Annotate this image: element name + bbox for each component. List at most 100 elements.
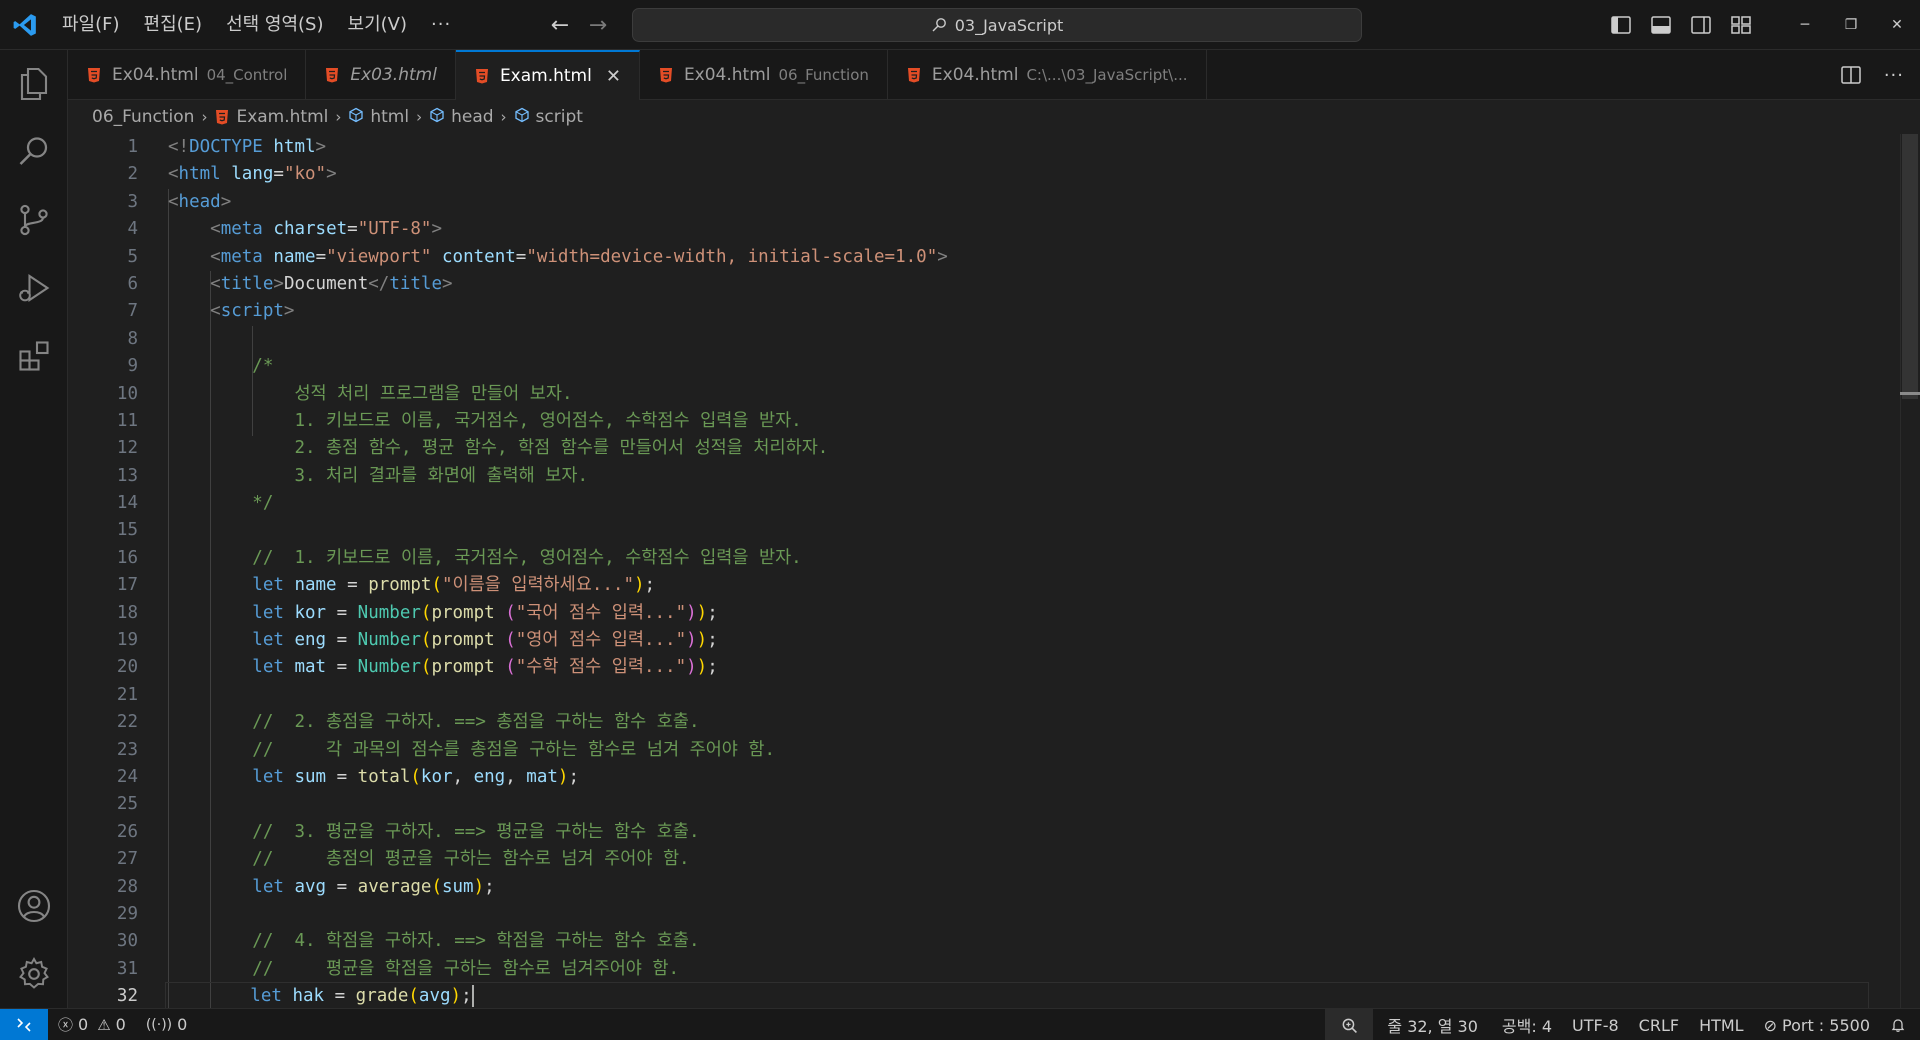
code-line[interactable]: */ — [168, 490, 1868, 517]
problems-indicator[interactable]: ⓧ 0 ⚠ 0 — [48, 1009, 136, 1040]
line-number[interactable]: 28 — [68, 874, 138, 901]
command-center-search[interactable]: 03_JavaScript — [632, 8, 1362, 42]
vertical-scrollbar[interactable] — [1900, 134, 1920, 1008]
breadcrumb-item[interactable]: 06_Function — [92, 107, 194, 127]
line-number[interactable]: 13 — [68, 463, 138, 490]
code-line[interactable]: 1. 키보드로 이름, 국거점수, 영어점수, 수학점수 입력을 받자. — [168, 408, 1868, 435]
editor-tab[interactable]: Ex04.html 06_Function — [640, 50, 888, 100]
toggle-primary-sidebar-icon[interactable] — [1610, 14, 1632, 36]
split-editor-icon[interactable] — [1840, 64, 1862, 86]
line-number[interactable]: 26 — [68, 819, 138, 846]
breadcrumb-item[interactable]: html — [348, 107, 409, 128]
minimize-icon[interactable]: ─ — [1782, 0, 1828, 50]
line-number[interactable]: 22 — [68, 709, 138, 736]
line-number[interactable]: 4 — [68, 216, 138, 243]
forward-arrow-icon[interactable]: → — [586, 13, 610, 38]
code-line[interactable]: let mat = Number(prompt ("수학 점수 입력..."))… — [168, 654, 1868, 681]
encoding-setting[interactable]: UTF-8 — [1562, 1009, 1629, 1040]
line-number[interactable]: 24 — [68, 764, 138, 791]
back-arrow-icon[interactable]: ← — [548, 13, 572, 38]
line-number[interactable]: 29 — [68, 901, 138, 928]
line-number[interactable]: 1 — [68, 134, 138, 161]
search-view-icon[interactable] — [0, 118, 68, 186]
line-number[interactable]: 32 — [68, 983, 138, 1008]
code-line[interactable]: let sum = total(kor, eng, mat); — [168, 764, 1868, 791]
editor-tab[interactable]: Ex04.html 04_Control — [68, 50, 307, 100]
explorer-icon[interactable] — [0, 50, 68, 118]
toggle-secondary-sidebar-icon[interactable] — [1690, 14, 1712, 36]
code-line[interactable]: <!DOCTYPE html> — [168, 134, 1868, 161]
ports-indicator[interactable]: ((·)) 0 — [136, 1009, 198, 1040]
toggle-panel-icon[interactable] — [1650, 14, 1672, 36]
line-number[interactable]: 3 — [68, 189, 138, 216]
editor-tab[interactable]: Ex04.html C:\...\03_JavaScript\... — [888, 50, 1207, 100]
code-line[interactable]: <html lang="ko"> — [168, 161, 1868, 188]
scrollbar-thumb[interactable] — [1902, 134, 1918, 399]
code-line[interactable]: // 3. 평균을 구하자. ==> 평균을 구하는 함수 호출. — [168, 819, 1868, 846]
breadcrumb-item[interactable]: Exam.html — [214, 107, 328, 127]
cursor-position[interactable]: 줄 32, 열 30 — [1373, 1009, 1488, 1040]
line-number[interactable]: 31 — [68, 956, 138, 983]
line-number[interactable]: 20 — [68, 654, 138, 681]
code-line[interactable]: 3. 처리 결과를 화면에 출력해 보자. — [168, 463, 1868, 490]
line-number[interactable]: 30 — [68, 928, 138, 955]
menu-more-icon[interactable]: ··· — [419, 0, 463, 50]
breadcrumb-item[interactable]: script — [514, 107, 583, 128]
code-line[interactable]: 성적 처리 프로그램을 만들어 보자. — [168, 381, 1868, 408]
menu-item[interactable]: 선택 영역(S) — [214, 0, 335, 50]
code-line[interactable]: let hak = grade(avg); — [165, 982, 1869, 1008]
code-line[interactable]: // 2. 총점을 구하자. ==> 총점을 구하는 함수 호출. — [168, 709, 1868, 736]
live-server-port[interactable]: ⊘ Port : 5500 — [1754, 1009, 1880, 1040]
line-number[interactable]: 12 — [68, 435, 138, 462]
more-actions-icon[interactable]: ··· — [1884, 65, 1904, 86]
line-number[interactable]: 14 — [68, 490, 138, 517]
code-content[interactable]: <!DOCTYPE html> <html lang="ko"> <head> <m… — [165, 134, 1869, 1008]
line-number[interactable]: 25 — [68, 791, 138, 818]
line-number[interactable]: 27 — [68, 846, 138, 873]
code-line[interactable]: 2. 총점 함수, 평균 함수, 학점 함수를 만들어서 성적을 처리하자. — [168, 435, 1868, 462]
code-line[interactable]: // 총점의 평균을 구하는 함수로 넘겨 주어야 함. — [168, 846, 1868, 873]
indentation-setting[interactable]: 공백: 4 — [1488, 1009, 1562, 1040]
tab-close-icon[interactable]: ✕ — [606, 66, 621, 87]
line-number[interactable]: 17 — [68, 572, 138, 599]
customize-layout-icon[interactable] — [1730, 14, 1752, 36]
line-number[interactable]: 9 — [68, 353, 138, 380]
line-number[interactable]: 23 — [68, 737, 138, 764]
line-number[interactable]: 15 — [68, 517, 138, 544]
settings-gear-icon[interactable] — [0, 940, 68, 1008]
code-line[interactable] — [168, 682, 1868, 709]
code-line[interactable]: <script> — [168, 298, 1868, 325]
code-line[interactable]: /* — [168, 353, 1868, 380]
line-number[interactable]: 2 — [68, 161, 138, 188]
code-line[interactable] — [168, 326, 1868, 353]
language-mode[interactable]: HTML — [1689, 1009, 1754, 1040]
code-line[interactable]: <head> — [168, 189, 1868, 216]
code-line[interactable] — [168, 901, 1868, 928]
code-line[interactable]: let eng = Number(prompt ("영어 점수 입력..."))… — [168, 627, 1868, 654]
editor-tab[interactable]: Ex03.html — [306, 50, 456, 100]
line-number[interactable]: 7 — [68, 298, 138, 325]
line-number[interactable]: 19 — [68, 627, 138, 654]
breadcrumb-item[interactable]: head — [429, 107, 494, 128]
line-number[interactable]: 8 — [68, 326, 138, 353]
line-number[interactable]: 16 — [68, 545, 138, 572]
notifications-bell-icon[interactable] — [1880, 1009, 1920, 1040]
run-and-debug-icon[interactable] — [0, 254, 68, 322]
remote-indicator-icon[interactable] — [0, 1008, 48, 1040]
line-number[interactable]: 18 — [68, 600, 138, 627]
line-number[interactable]: 5 — [68, 244, 138, 271]
menu-item[interactable]: 편집(E) — [132, 0, 215, 50]
restore-icon[interactable]: ❐ — [1828, 0, 1874, 50]
code-line[interactable]: // 평균을 학점을 구하는 함수로 넘겨주어야 함. — [168, 956, 1868, 983]
accounts-icon[interactable] — [0, 872, 68, 940]
code-line[interactable]: // 4. 학점을 구하자. ==> 학점을 구하는 함수 호출. — [168, 928, 1868, 955]
menu-item[interactable]: 파일(F) — [50, 0, 132, 50]
source-control-icon[interactable] — [0, 186, 68, 254]
code-line[interactable]: <meta name="viewport" content="width=dev… — [168, 244, 1868, 271]
code-line[interactable]: // 1. 키보드로 이름, 국거점수, 영어점수, 수학점수 입력을 받자. — [168, 545, 1868, 572]
code-line[interactable] — [168, 791, 1868, 818]
line-number[interactable]: 6 — [68, 271, 138, 298]
code-line[interactable]: let name = prompt("이름을 입력하세요..."); — [168, 572, 1868, 599]
close-window-icon[interactable]: ✕ — [1874, 0, 1920, 50]
line-number[interactable]: 10 — [68, 381, 138, 408]
